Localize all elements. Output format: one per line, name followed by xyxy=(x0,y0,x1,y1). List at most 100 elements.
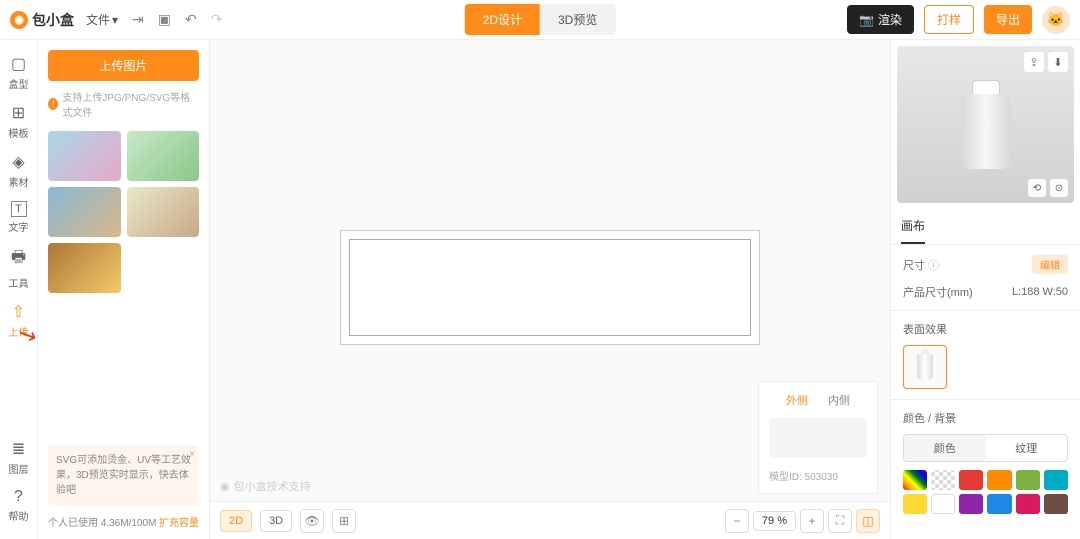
zoom-in-button[interactable]: + xyxy=(800,509,824,533)
canvas-area[interactable]: ◉包小盒技术支持 外侧 内侧 模型ID: 503030 2D 3D 👁 ⊞ − … xyxy=(210,40,890,539)
color-swatch[interactable] xyxy=(903,494,927,514)
topbar-right: 📷渲染 打样 导出 🐱 xyxy=(847,5,1070,34)
sidebar-item-material[interactable]: ◈素材 xyxy=(0,146,37,195)
sidebar-item-help[interactable]: ?帮助 xyxy=(0,482,37,529)
color-swatch[interactable] xyxy=(1044,470,1068,490)
color-swatch[interactable] xyxy=(959,470,983,490)
view-mode-tabs: 2D设计 3D预览 xyxy=(465,4,616,35)
material-icon: ◈ xyxy=(12,152,24,172)
color-swatch[interactable] xyxy=(1016,494,1040,514)
tab-inner-side[interactable]: 内侧 xyxy=(828,392,850,408)
color-swatch[interactable] xyxy=(987,494,1011,514)
artboard-inner xyxy=(349,239,751,336)
render-button[interactable]: 📷渲染 xyxy=(847,5,914,34)
tab-color[interactable]: 颜色 xyxy=(904,435,986,461)
save-icon[interactable]: ▣ xyxy=(158,11,171,28)
tab-canvas-props[interactable]: 画布 xyxy=(901,209,925,244)
surface-effect-section: 表面效果 xyxy=(891,311,1080,400)
upload-hint: !支持上传JPG/PNG/SVG等格式文件 xyxy=(48,89,199,119)
color-swatch[interactable] xyxy=(931,470,955,490)
avatar[interactable]: 🐱 xyxy=(1042,6,1070,34)
upload-panel: 上传图片 !支持上传JPG/PNG/SVG等格式文件 × SVG可添加烫金、UV… xyxy=(38,40,210,539)
uploaded-thumbnails xyxy=(48,131,199,293)
eye-icon[interactable]: 👁 xyxy=(300,509,324,533)
top-toolbar-icons: ⇥ ▣ ↶ ↷ xyxy=(132,11,222,28)
thumbnail[interactable] xyxy=(127,131,200,181)
upload-image-button[interactable]: 上传图片 xyxy=(48,50,199,81)
share-icon[interactable]: ⇪ xyxy=(1024,52,1044,72)
preview-3d[interactable]: ⇪⬇ ⟲⊙ xyxy=(897,46,1074,203)
tab-texture[interactable]: 纹理 xyxy=(986,435,1068,461)
color-swatch[interactable] xyxy=(987,470,1011,490)
close-icon[interactable]: × xyxy=(189,447,195,462)
main: ▢盒型 ⊞模板 ◈素材 T文字 🖶工具 ⇧上传 ≣图层 ?帮助 ↘ 上传图片 !… xyxy=(0,40,1080,539)
color-bg-label: 颜色 / 背景 xyxy=(903,410,1068,426)
color-swatch[interactable] xyxy=(903,470,927,490)
zoom-out-button[interactable]: − xyxy=(725,509,749,533)
tab-outer-side[interactable]: 外侧 xyxy=(786,392,808,408)
thumbnail[interactable] xyxy=(48,243,121,293)
logo-icon: ◉ xyxy=(10,11,28,29)
info-icon: ! xyxy=(48,98,58,110)
canvas-bottom-bar: 2D 3D 👁 ⊞ − 79 % + ⛶ ◫ xyxy=(210,501,890,539)
upload-icon: ⇧ xyxy=(12,302,25,322)
color-swatch[interactable] xyxy=(959,494,983,514)
sidebar-item-layers[interactable]: ≣图层 xyxy=(0,433,37,482)
info-icon[interactable]: ⓘ xyxy=(928,260,939,272)
thumbnail[interactable] xyxy=(48,131,121,181)
artboard[interactable] xyxy=(340,230,760,345)
download-icon[interactable]: ⬇ xyxy=(1048,52,1068,72)
size-section: 尺寸 ⓘ 编辑 产品尺寸(mm) L:188 W:50 xyxy=(891,245,1080,311)
fit-icon[interactable]: ⛶ xyxy=(828,509,852,533)
export-button[interactable]: 导出 xyxy=(984,5,1032,34)
zoom-value[interactable]: 79 % xyxy=(753,511,796,531)
product-size-value: L:188 W:50 xyxy=(1012,286,1068,298)
color-swatches xyxy=(903,470,1068,514)
watermark: ◉包小盒技术支持 xyxy=(220,478,311,494)
sidebar: ▢盒型 ⊞模板 ◈素材 T文字 🖶工具 ⇧上传 ≣图层 ?帮助 xyxy=(0,40,38,539)
logo[interactable]: ◉ 包小盒 xyxy=(10,10,74,30)
file-menu[interactable]: 文件 ▾ xyxy=(86,11,118,28)
topbar: ◉ 包小盒 文件 ▾ ⇥ ▣ ↶ ↷ 2D设计 3D预览 📷渲染 打样 导出 🐱 xyxy=(0,0,1080,40)
reset-icon[interactable]: ⊙ xyxy=(1050,179,1068,197)
tools-icon: 🖶 xyxy=(11,246,26,273)
redo-icon[interactable]: ↷ xyxy=(211,11,223,28)
model-id: 模型ID: 503030 xyxy=(769,468,867,483)
edit-size-button[interactable]: 编辑 xyxy=(1032,255,1068,274)
box-icon: ▢ xyxy=(11,54,26,74)
surface-effect-thumb[interactable] xyxy=(903,345,947,389)
view-3d-button[interactable]: 3D xyxy=(260,510,292,532)
sidebar-item-box[interactable]: ▢盒型 xyxy=(0,48,37,97)
rotate-icon[interactable]: ⟲ xyxy=(1028,179,1046,197)
camera-icon: 📷 xyxy=(859,13,874,27)
grid-icon[interactable]: ⊞ xyxy=(332,509,356,533)
color-texture-tabs: 颜色 纹理 xyxy=(903,434,1068,462)
color-swatch[interactable] xyxy=(931,494,955,514)
help-icon: ? xyxy=(14,488,23,506)
template-icon: ⊞ xyxy=(12,103,25,123)
tip-box: × SVG可添加烫金、UV等工艺效果，3D预览实时显示，快去体验吧 xyxy=(48,445,199,506)
product-size-label: 产品尺寸(mm) xyxy=(903,284,973,300)
undo-icon[interactable]: ↶ xyxy=(185,11,197,28)
sidebar-item-template[interactable]: ⊞模板 xyxy=(0,97,37,146)
right-panel-tabs: 画布 xyxy=(891,209,1080,245)
zoom-controls: − 79 % + ⛶ ◫ xyxy=(725,509,880,533)
brand-name: 包小盒 xyxy=(32,10,74,30)
cube-icon[interactable]: ◫ xyxy=(856,509,880,533)
color-swatch[interactable] xyxy=(1016,470,1040,490)
import-icon[interactable]: ⇥ xyxy=(132,11,144,28)
expand-storage-link[interactable]: 扩充容量 xyxy=(159,514,199,529)
color-swatch[interactable] xyxy=(1044,494,1068,514)
right-panel: ⇪⬇ ⟲⊙ 画布 尺寸 ⓘ 编辑 产品尺寸(mm) L:188 W:50 表面效… xyxy=(890,40,1080,539)
tab-2d-design[interactable]: 2D设计 xyxy=(465,4,540,35)
surface-effect-label: 表面效果 xyxy=(903,321,1068,337)
thumbnail[interactable] xyxy=(127,187,200,237)
chevron-down-icon: ▾ xyxy=(112,13,118,27)
sidebar-item-tools[interactable]: 🖶工具 xyxy=(0,240,37,296)
sample-button[interactable]: 打样 xyxy=(924,5,974,34)
side-preview[interactable] xyxy=(769,418,867,458)
view-2d-button[interactable]: 2D xyxy=(220,510,252,532)
sidebar-item-text[interactable]: T文字 xyxy=(0,195,37,240)
thumbnail[interactable] xyxy=(48,187,121,237)
tab-3d-preview[interactable]: 3D预览 xyxy=(540,4,615,35)
